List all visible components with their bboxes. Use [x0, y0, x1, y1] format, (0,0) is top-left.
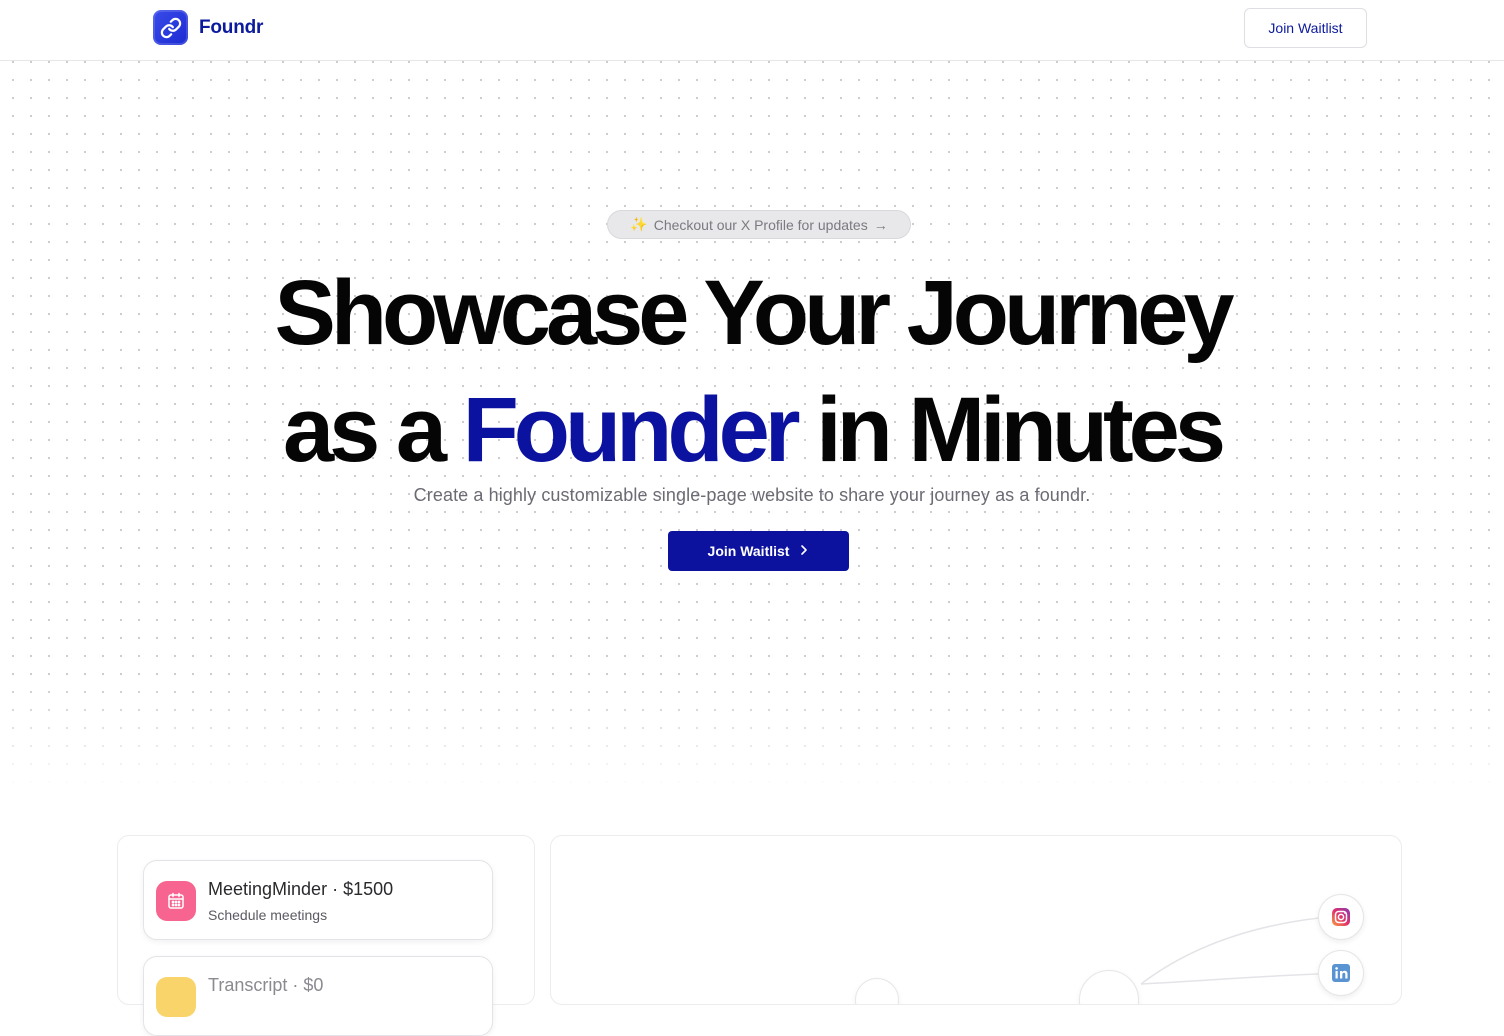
- arrow-right-icon: →: [873, 216, 888, 233]
- product-description: Schedule meetings: [208, 907, 328, 923]
- headline-suffix: in Minutes: [816, 379, 1226, 481]
- calendar-icon: [156, 881, 196, 921]
- product-separator: ·: [332, 879, 339, 899]
- navbar: Foundr Join Waitlist: [0, 0, 1504, 61]
- chevron-right-icon: [799, 543, 809, 559]
- connector-lines: [1140, 917, 1320, 985]
- link-icon: [153, 10, 188, 45]
- headline-line-1: Showcase Your Journey: [274, 262, 1234, 364]
- headline-prefix: as a: [282, 379, 447, 481]
- cta-label: Join Waitlist: [707, 543, 790, 559]
- brand[interactable]: Foundr: [153, 10, 263, 45]
- product-item[interactable]: MeetingMinder · $1500 Schedule meetings: [143, 860, 493, 940]
- product-separator: ·: [292, 975, 299, 995]
- product-title: Transcript · $0: [208, 975, 323, 996]
- linkedin-icon[interactable]: [1318, 950, 1364, 996]
- headline-accent: Founder: [462, 379, 801, 481]
- products-card: MeetingMinder · $1500 Schedule meetings …: [117, 835, 535, 1036]
- hero-join-waitlist-button[interactable]: Join Waitlist: [668, 531, 849, 571]
- product-price: $1500: [343, 879, 394, 899]
- sparkles-icon: ✨: [630, 216, 648, 232]
- product-price: $0: [303, 975, 324, 995]
- announcement-text: Checkout our X Profile for updates: [653, 216, 868, 233]
- product-title: MeetingMinder · $1500: [208, 879, 393, 900]
- headline-line-2: as a Founder in Minutes: [0, 372, 1504, 489]
- hero-headline: Showcase Your Journey as a Founder in Mi…: [0, 255, 1504, 489]
- document-icon: [156, 977, 196, 1017]
- nav-join-waitlist-button[interactable]: Join Waitlist: [1244, 8, 1367, 48]
- brand-name: Foundr: [199, 16, 264, 38]
- product-name: MeetingMinder: [208, 879, 328, 899]
- instagram-icon[interactable]: [1318, 894, 1364, 940]
- announcement-pill[interactable]: ✨ Checkout our X Profile for updates →: [607, 210, 911, 239]
- integrations-card: [550, 835, 1402, 1005]
- product-name: Transcript: [208, 975, 288, 995]
- hero-subtitle: Create a highly customizable single-page…: [413, 485, 1091, 505]
- product-item[interactable]: Transcript · $0: [143, 956, 493, 1036]
